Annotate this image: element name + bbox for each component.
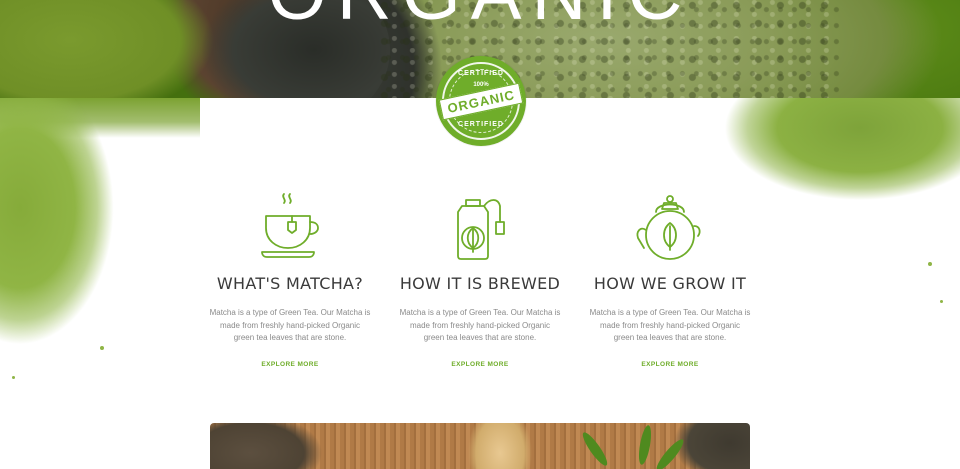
explore-more-link[interactable]: EXPLORE MORE	[641, 361, 698, 368]
feature-whats-matcha: WHAT'S MATCHA? Matcha is a type of Green…	[195, 190, 385, 390]
organic-certified-badge: CERTIFIED 100% ORGANIC CERTIFIED	[436, 56, 526, 146]
feature-description: Matcha is a type of Green Tea. Our Match…	[209, 308, 371, 342]
explore-more-link[interactable]: EXPLORE MORE	[451, 361, 508, 368]
feature-title: HOW WE GROW IT	[593, 274, 747, 293]
photo-leaf	[579, 429, 611, 469]
teacup-icon	[261, 193, 319, 258]
hero-title: ORGANIC	[0, 0, 960, 37]
teapot-icon	[636, 195, 701, 260]
powder-speck	[940, 300, 943, 303]
badge-bottom-text: CERTIFIED	[458, 121, 504, 128]
feature-title: HOW IT IS BREWED	[399, 274, 561, 293]
teabag-icon	[457, 199, 505, 260]
photo-leaf	[636, 424, 654, 466]
matcha-powder-left	[0, 98, 190, 358]
feature-description: Matcha is a type of Green Tea. Our Match…	[589, 308, 751, 342]
explore-more-link[interactable]: EXPLORE MORE	[261, 361, 318, 368]
feature-how-brewed: HOW IT IS BREWED Matcha is a type of Gre…	[385, 190, 575, 390]
powder-speck	[12, 376, 15, 379]
tea-ceremony-photo	[210, 423, 750, 469]
powder-speck	[100, 346, 104, 350]
powder-speck	[928, 262, 932, 266]
features-section: WHAT'S MATCHA? Matcha is a type of Green…	[195, 190, 765, 390]
feature-title: WHAT'S MATCHA?	[216, 274, 364, 293]
photo-leaf	[653, 436, 687, 469]
feature-description: Matcha is a type of Green Tea. Our Match…	[399, 308, 561, 342]
badge-top-text: CERTIFIED	[458, 70, 504, 77]
feature-how-grow: HOW WE GROW IT Matcha is a type of Green…	[575, 190, 765, 390]
